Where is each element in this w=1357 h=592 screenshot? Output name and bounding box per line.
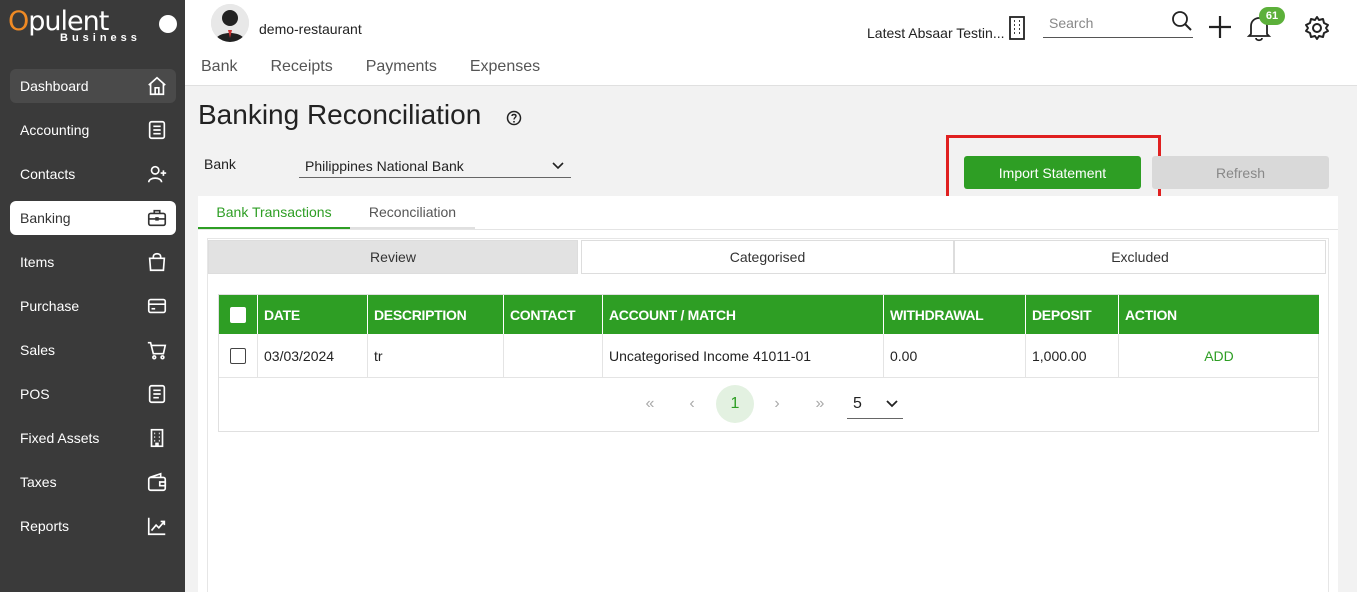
cell-description: tr bbox=[368, 334, 504, 378]
building-icon[interactable] bbox=[1007, 16, 1027, 40]
sidebar-item-purchase[interactable]: Purchase bbox=[10, 289, 176, 323]
search-field[interactable] bbox=[1043, 10, 1193, 38]
sidebar-item-taxes[interactable]: Taxes bbox=[10, 465, 176, 499]
chevron-down-icon bbox=[552, 161, 564, 169]
sidebar-item-label: Purchase bbox=[20, 298, 80, 314]
sidebar-item-banking[interactable]: Banking bbox=[10, 201, 176, 235]
receipt-icon bbox=[146, 383, 168, 405]
sidebar-item-label: Fixed Assets bbox=[20, 430, 100, 446]
select-all-cell bbox=[219, 295, 258, 334]
cart-icon bbox=[146, 339, 168, 361]
page-size-value: 5 bbox=[853, 394, 862, 412]
segment-categorised[interactable]: Categorised bbox=[581, 240, 954, 274]
sidebar-item-label: Dashboard bbox=[20, 78, 89, 94]
first-page-button[interactable]: « bbox=[631, 385, 669, 423]
top-header: demo-restaurant Latest Absaar Testin... … bbox=[185, 0, 1357, 86]
refresh-button[interactable]: Refresh bbox=[1152, 156, 1329, 189]
transactions-table: DATE DESCRIPTION CONTACT ACCOUNT / MATCH… bbox=[218, 294, 1319, 432]
segment-excluded[interactable]: Excluded bbox=[954, 240, 1326, 274]
ledger-icon bbox=[146, 119, 168, 141]
notification-badge: 61 bbox=[1259, 7, 1285, 25]
pagination: « ‹ 1 › » 5 bbox=[219, 379, 1319, 431]
sidebar-item-pos[interactable]: POS bbox=[10, 377, 176, 411]
wallet-icon bbox=[146, 471, 168, 493]
user-plus-icon bbox=[146, 163, 168, 185]
home-icon bbox=[146, 75, 168, 97]
row-select-cell bbox=[219, 334, 258, 378]
tab-bank-transactions[interactable]: Bank Transactions bbox=[198, 196, 350, 229]
credit-card-icon bbox=[146, 295, 168, 317]
tab-payments[interactable]: Payments bbox=[366, 58, 437, 76]
help-icon[interactable] bbox=[506, 110, 522, 126]
logo-subtext: Business bbox=[60, 32, 141, 44]
page-number-current[interactable]: 1 bbox=[716, 385, 754, 423]
tab-expenses[interactable]: Expenses bbox=[470, 58, 540, 76]
sidebar: Opulent Business Dashboard Accounting Co… bbox=[0, 0, 185, 592]
page-size-select[interactable]: 5 bbox=[847, 389, 903, 419]
table-header: DATE DESCRIPTION CONTACT ACCOUNT / MATCH… bbox=[219, 295, 1319, 334]
organization-name[interactable]: demo-restaurant bbox=[259, 21, 362, 37]
cell-account-match[interactable]: Uncategorised Income 41011-01 bbox=[603, 334, 884, 378]
bank-select[interactable]: Philippines National Bank bbox=[299, 154, 571, 178]
sidebar-item-contacts[interactable]: Contacts bbox=[10, 157, 176, 191]
cell-withdrawal: 0.00 bbox=[884, 334, 1026, 378]
shopping-bag-icon bbox=[146, 251, 168, 273]
sidebar-item-reports[interactable]: Reports bbox=[10, 509, 176, 543]
column-header: WITHDRAWAL bbox=[884, 295, 1026, 334]
chevron-down-icon bbox=[886, 399, 898, 407]
sidebar-item-dashboard[interactable]: Dashboard bbox=[10, 69, 176, 103]
add-button[interactable]: ADD bbox=[1204, 348, 1234, 364]
sidebar-item-label: POS bbox=[20, 386, 50, 402]
cell-date: 03/03/2024 bbox=[258, 334, 368, 378]
sidebar-item-fixed-assets[interactable]: Fixed Assets bbox=[10, 421, 176, 455]
tab-reconciliation[interactable]: Reconciliation bbox=[350, 196, 475, 229]
sidebar-toggle[interactable] bbox=[159, 15, 177, 33]
cell-action: ADD bbox=[1119, 334, 1319, 378]
column-header: DEPOSIT bbox=[1026, 295, 1119, 334]
sidebar-item-sales[interactable]: Sales bbox=[10, 333, 176, 367]
avatar[interactable] bbox=[211, 4, 249, 42]
gear-icon[interactable] bbox=[1303, 14, 1331, 42]
sidebar-item-label: Contacts bbox=[20, 166, 76, 182]
segment-review[interactable]: Review bbox=[208, 240, 578, 274]
sidebar-item-label: Sales bbox=[20, 342, 56, 358]
plus-icon[interactable] bbox=[1207, 14, 1233, 40]
tab-bank[interactable]: Bank bbox=[201, 58, 237, 76]
sidebar-item-accounting[interactable]: Accounting bbox=[10, 113, 176, 147]
sidebar-item-items[interactable]: Items bbox=[10, 245, 176, 279]
sidebar-item-label: Reports bbox=[20, 518, 70, 534]
bank-label: Bank bbox=[204, 156, 236, 172]
opulent-logo[interactable]: Opulent Business bbox=[8, 6, 148, 46]
cell-contact bbox=[504, 334, 603, 378]
sidebar-item-label: Banking bbox=[20, 210, 71, 226]
table-row: 03/03/2024 tr Uncategorised Income 41011… bbox=[219, 334, 1319, 378]
row-checkbox[interactable] bbox=[230, 348, 246, 364]
logo-o-mark: O bbox=[8, 6, 29, 37]
sidebar-item-label: Accounting bbox=[20, 122, 90, 138]
search-input[interactable] bbox=[1043, 10, 1163, 36]
building-icon bbox=[146, 427, 168, 449]
bank-select-value: Philippines National Bank bbox=[305, 157, 464, 174]
company-name[interactable]: Latest Absaar Testin... bbox=[867, 25, 1007, 41]
next-page-button[interactable]: › bbox=[758, 385, 796, 423]
column-header: CONTACT bbox=[504, 295, 603, 334]
sub-tabs: Bank Transactions Reconciliation bbox=[198, 196, 1338, 230]
top-tabs: Bank Receipts Payments Expenses bbox=[201, 58, 573, 76]
chart-line-icon bbox=[146, 515, 168, 537]
prev-page-button[interactable]: ‹ bbox=[673, 385, 711, 423]
tab-receipts[interactable]: Receipts bbox=[270, 58, 332, 76]
sidebar-item-label: Taxes bbox=[20, 474, 57, 490]
column-header: ACTION bbox=[1125, 306, 1177, 323]
import-statement-button[interactable]: Import Statement bbox=[964, 156, 1141, 189]
cell-deposit: 1,000.00 bbox=[1026, 334, 1119, 378]
search-icon[interactable] bbox=[1171, 10, 1193, 32]
column-header: ACCOUNT / MATCH bbox=[603, 295, 884, 334]
column-header: DATE bbox=[258, 295, 368, 334]
briefcase-icon bbox=[146, 207, 168, 229]
sidebar-item-label: Items bbox=[20, 254, 55, 270]
select-all-checkbox[interactable] bbox=[230, 306, 246, 323]
page-title: Banking Reconciliation bbox=[198, 99, 482, 130]
last-page-button[interactable]: » bbox=[801, 385, 839, 423]
column-header: DESCRIPTION bbox=[368, 295, 504, 334]
